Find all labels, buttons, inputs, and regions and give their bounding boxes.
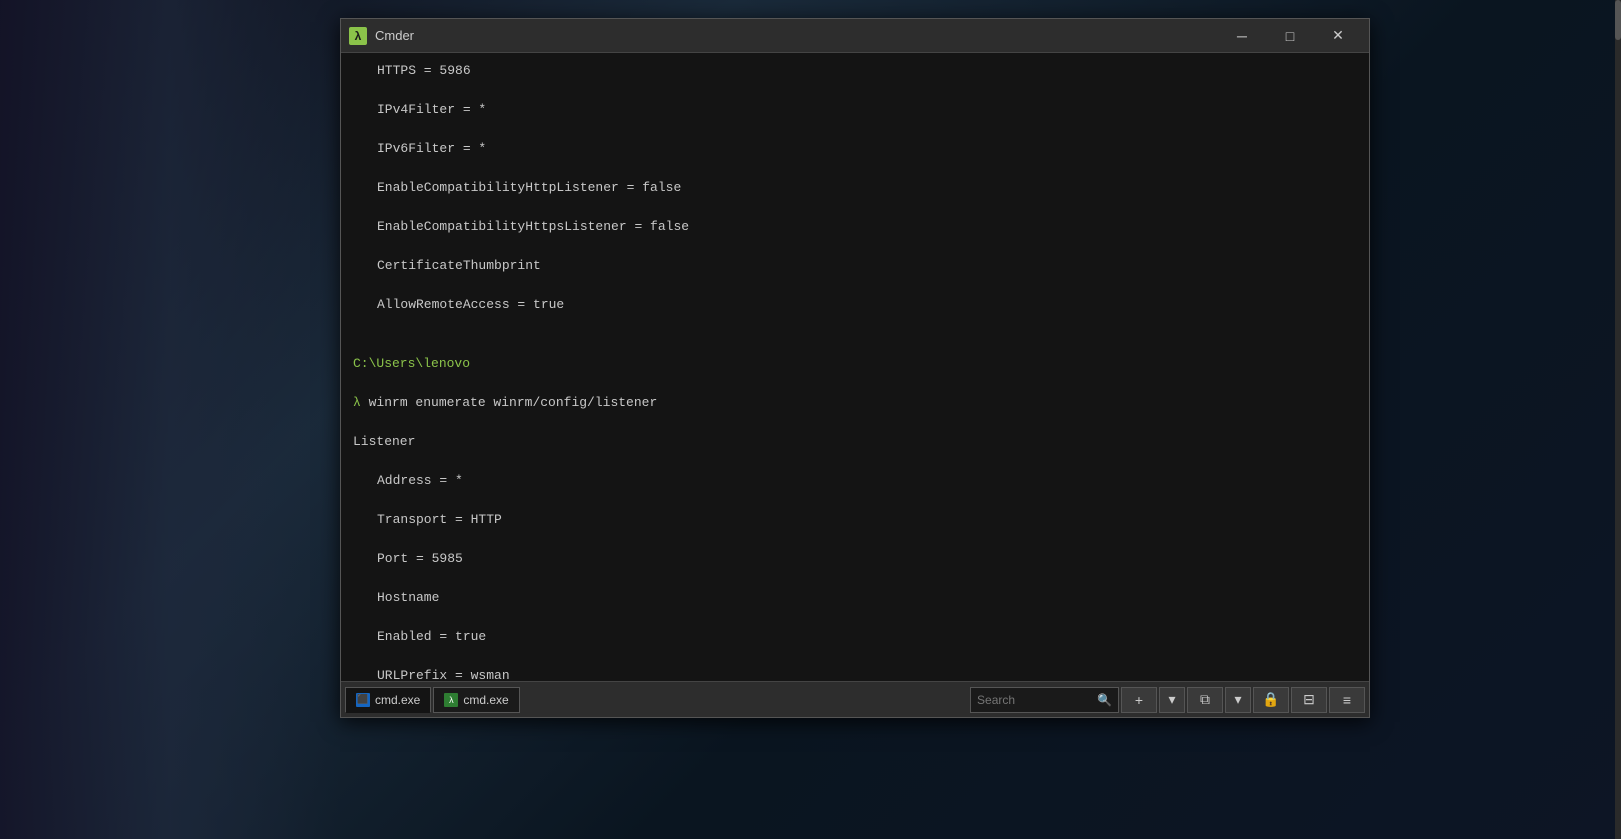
tab-label-cmd2: cmd.exe <box>463 693 508 707</box>
terminal-line: Port = 5985 <box>353 549 1357 569</box>
split-button[interactable]: ⧉ <box>1187 687 1223 713</box>
tab-cmd1[interactable]: ⬛ cmd.exe <box>345 687 431 713</box>
terminal-line: AllowRemoteAccess = true <box>353 295 1357 315</box>
search-box[interactable]: 🔍 <box>970 687 1119 713</box>
terminal-content[interactable]: HTTPS = 5986 IPv4Filter = * IPv6Filter =… <box>341 53 1369 681</box>
close-button[interactable]: ✕ <box>1315 20 1361 52</box>
titlebar-left: λ Cmder <box>349 27 414 45</box>
menu-button[interactable]: ≡ <box>1329 687 1365 713</box>
search-input[interactable] <box>977 693 1097 707</box>
terminal-line: Enabled = true <box>353 627 1357 647</box>
split-dropdown[interactable]: ▾ <box>1225 687 1251 713</box>
taskbar: ⬛ cmd.exe λ cmd.exe 🔍 + ▾ ⧉ ▾ 🔒 <box>341 681 1369 717</box>
terminal-line: Hostname <box>353 588 1357 608</box>
terminal-line: Listener <box>353 432 1357 452</box>
terminal-line: IPv4Filter = * <box>353 100 1357 120</box>
cmder-window: λ Cmder ─ □ ✕ HTTPS = 5986 IPv4Filter = … <box>340 18 1370 718</box>
terminal-line: IPv6Filter = * <box>353 139 1357 159</box>
window-controls: ─ □ ✕ <box>1219 20 1361 52</box>
titlebar: λ Cmder ─ □ ✕ <box>341 19 1369 53</box>
window-title: Cmder <box>375 28 414 43</box>
terminal-line: CertificateThumbprint <box>353 256 1357 276</box>
terminal-line: Transport = HTTP <box>353 510 1357 530</box>
tab-icon-cmd1: ⬛ <box>356 693 370 707</box>
new-tab-dropdown[interactable]: ▾ <box>1159 687 1185 713</box>
terminal-line: EnableCompatibilityHttpsListener = false <box>353 217 1357 237</box>
cmder-icon: λ <box>349 27 367 45</box>
terminal-line: HTTPS = 5986 <box>353 61 1357 81</box>
command-line: λ winrm enumerate winrm/config/listener <box>353 393 1357 413</box>
settings-button[interactable]: ⊟ <box>1291 687 1327 713</box>
page-scrollbar-thumb[interactable] <box>1615 0 1621 40</box>
lock-button[interactable]: 🔒 <box>1253 687 1289 713</box>
page-scrollbar[interactable] <box>1615 0 1621 839</box>
new-tab-button[interactable]: + <box>1121 687 1157 713</box>
maximize-button[interactable]: □ <box>1267 20 1313 52</box>
tab-cmd2[interactable]: λ cmd.exe <box>433 687 519 713</box>
terminal-line: URLPrefix = wsman <box>353 666 1357 682</box>
tab-label-cmd1: cmd.exe <box>375 693 420 707</box>
search-icon: 🔍 <box>1097 693 1112 707</box>
tab-icon-cmd2: λ <box>444 693 458 707</box>
terminal-line: EnableCompatibilityHttpListener = false <box>353 178 1357 198</box>
terminal-line: Address = * <box>353 471 1357 491</box>
prompt-line: C:\Users\lenovo <box>353 354 1357 374</box>
minimize-button[interactable]: ─ <box>1219 20 1265 52</box>
